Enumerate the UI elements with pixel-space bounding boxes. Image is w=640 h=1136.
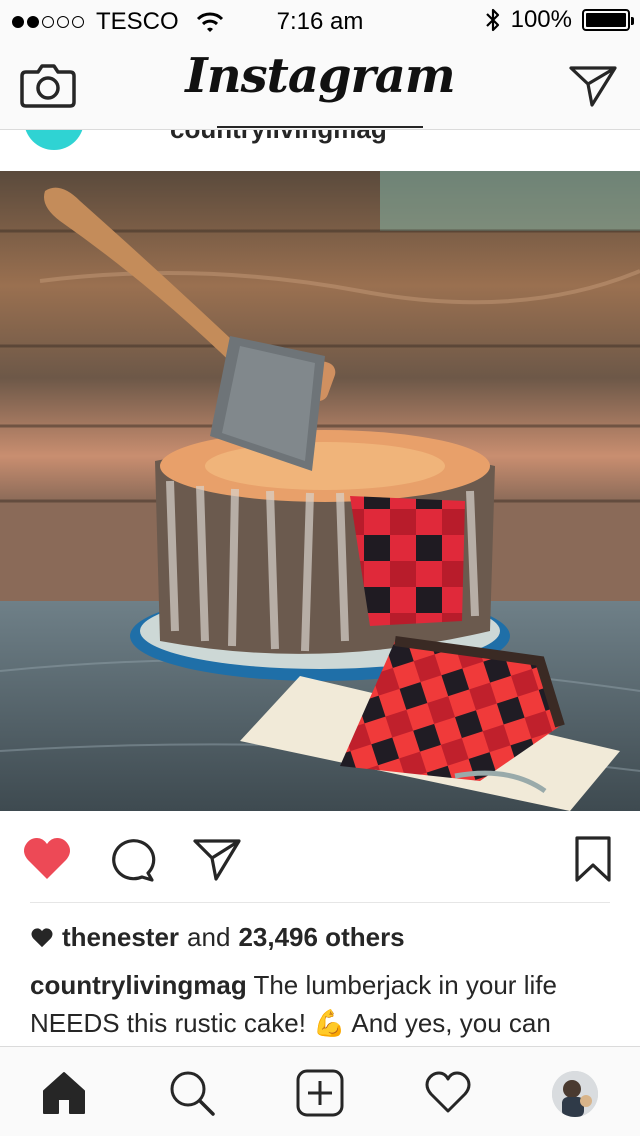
logo-underline	[217, 126, 423, 128]
status-bar: TESCO 7:16 am 100%	[0, 0, 640, 40]
caption: countrylivingmag The lumberjack in your …	[30, 966, 620, 1046]
likes-row: thenester and 23,496 others	[30, 922, 405, 953]
post-actions	[0, 811, 640, 903]
battery-percent: 100%	[510, 6, 572, 33]
comment-icon[interactable]	[108, 835, 158, 883]
bluetooth-icon	[485, 8, 499, 32]
likes-connector: and	[187, 922, 231, 952]
caption-username[interactable]: countrylivingmag	[30, 970, 247, 1000]
profile-photo	[552, 1071, 598, 1117]
bottom-tab-bar	[0, 1046, 640, 1136]
liked-by-user[interactable]: thenester	[62, 922, 179, 953]
add-icon[interactable]	[296, 1069, 344, 1117]
post-author-name[interactable]: countrylivingmag	[170, 130, 387, 145]
direct-message-icon[interactable]	[568, 62, 618, 108]
share-icon[interactable]	[192, 835, 242, 883]
battery-icon	[582, 9, 634, 31]
small-heart-icon	[31, 927, 53, 947]
top-nav: Instagram	[0, 40, 640, 130]
search-icon[interactable]	[168, 1069, 216, 1117]
post-photo[interactable]	[0, 171, 640, 811]
actions-divider	[30, 902, 610, 903]
like-icon[interactable]	[22, 835, 72, 883]
lumberjack-cake-photo	[0, 171, 640, 811]
home-icon[interactable]	[40, 1069, 88, 1117]
instagram-logo: Instagram	[185, 48, 455, 104]
likes-others[interactable]: 23,496 others	[238, 922, 404, 953]
post-header: countrylivingmag	[0, 130, 640, 170]
status-right: 100%	[485, 6, 634, 34]
profile-avatar[interactable]	[552, 1071, 598, 1117]
post-author-avatar[interactable]	[24, 130, 84, 150]
bookmark-icon[interactable]	[568, 835, 618, 883]
activity-icon[interactable]	[424, 1069, 472, 1117]
